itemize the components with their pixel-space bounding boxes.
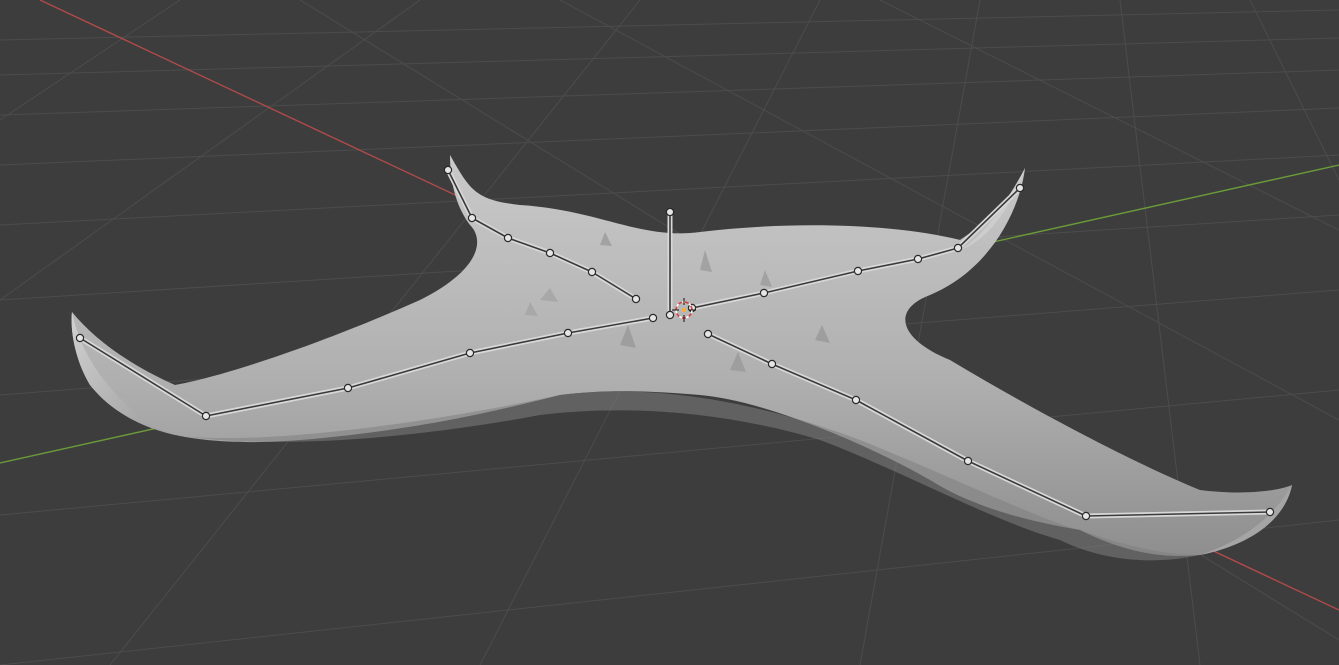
3d-viewport[interactable] xyxy=(0,0,1339,665)
viewport-canvas[interactable] xyxy=(0,0,1339,665)
